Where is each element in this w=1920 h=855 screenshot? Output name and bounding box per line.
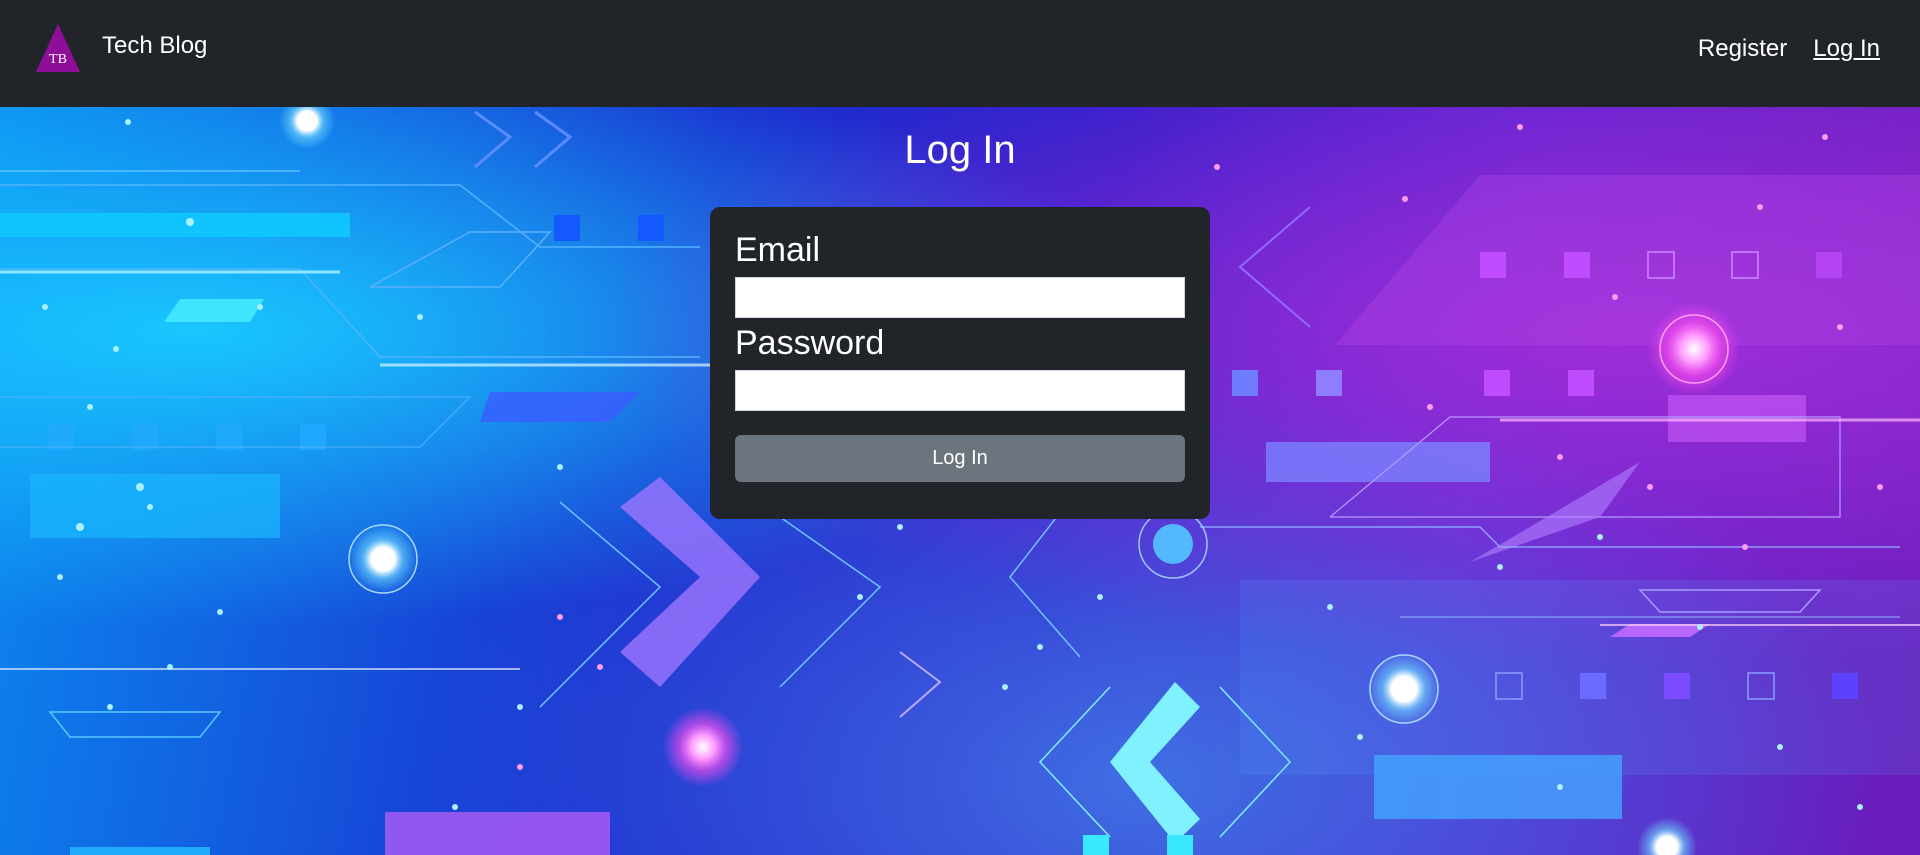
password-label: Password xyxy=(735,324,885,362)
logo-icon: TB xyxy=(34,22,82,74)
brand-name: Tech Blog xyxy=(102,32,208,59)
register-link[interactable]: Register xyxy=(1698,35,1787,63)
email-input[interactable] xyxy=(735,277,1185,318)
navbar: TB Tech Blog Register Log In xyxy=(0,0,1920,107)
password-input[interactable] xyxy=(735,370,1185,411)
login-submit-button[interactable]: Log In xyxy=(735,435,1185,482)
login-form: Email Password Log In xyxy=(710,207,1210,519)
email-label: Email xyxy=(735,231,821,269)
brand-link[interactable]: TB Tech Blog xyxy=(34,22,207,74)
nav-links: Register Log In xyxy=(1698,35,1880,63)
login-link[interactable]: Log In xyxy=(1813,35,1880,63)
logo-text: TB xyxy=(49,52,67,67)
page-title: Log In xyxy=(904,128,1016,172)
